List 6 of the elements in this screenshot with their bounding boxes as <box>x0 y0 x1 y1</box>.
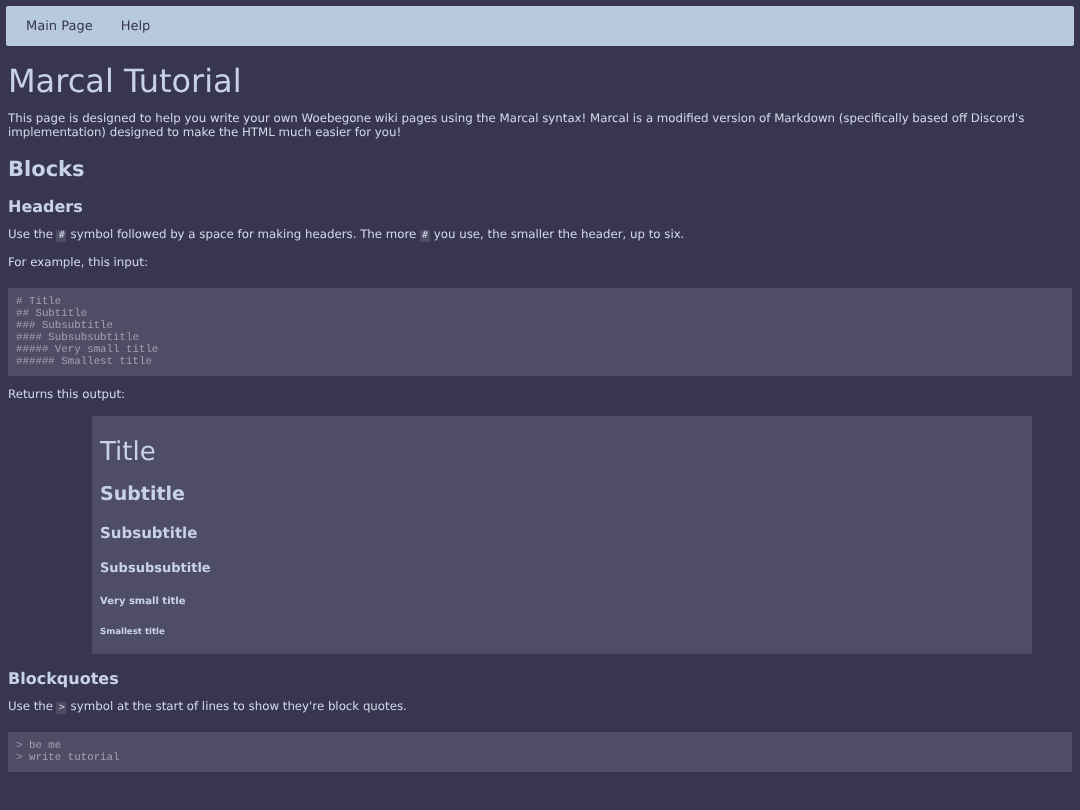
output-heading: Subtitle <box>100 484 185 507</box>
subsection-heading: Headers <box>8 197 85 216</box>
subsection-heading: Blockquotes <box>8 670 121 689</box>
section-heading: Blocks <box>8 157 87 182</box>
output-heading: Title <box>100 438 156 469</box>
page-title: Marcal Tutorial <box>8 62 244 100</box>
